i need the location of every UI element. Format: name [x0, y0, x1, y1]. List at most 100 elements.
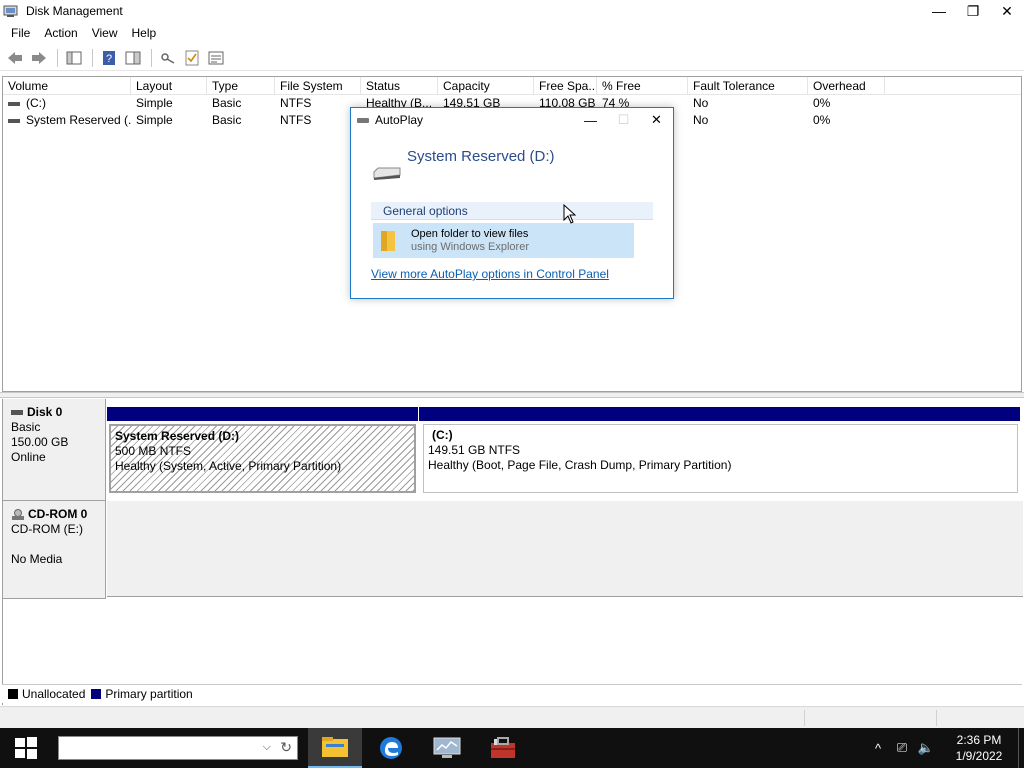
taskbar-file-explorer[interactable]	[308, 728, 362, 768]
close-button[interactable]: ✕	[990, 0, 1024, 22]
column-header-percent-free[interactable]: % Free	[597, 77, 688, 94]
disk-name: CD-ROM 0	[28, 507, 88, 521]
partition-body: System Reserved (D:) 500 MB NTFS Healthy…	[109, 424, 416, 493]
autoplay-close-button[interactable]: ✕	[640, 108, 673, 132]
menu-view[interactable]: View	[85, 26, 125, 40]
network-icon[interactable]: ⎚	[890, 740, 914, 756]
menu-file[interactable]: File	[4, 26, 37, 40]
column-header-volume[interactable]: Volume	[3, 77, 131, 94]
column-header-layout[interactable]: Layout	[131, 77, 207, 94]
taskbar-server-manager[interactable]	[420, 728, 474, 768]
partition-status: Healthy (Boot, Page File, Crash Dump, Pr…	[428, 458, 732, 472]
disk-size: 150.00 GB	[11, 435, 69, 449]
taskbar-toolbox[interactable]	[476, 728, 530, 768]
show-hide-console-tree-button[interactable]	[63, 47, 85, 69]
menu-action[interactable]: Action	[37, 26, 84, 40]
status-segment	[804, 710, 805, 726]
partition-size: 149.51 GB NTFS	[428, 443, 521, 457]
checklist-icon	[185, 50, 199, 65]
fault-tolerance-cell: No	[693, 113, 709, 127]
taskbar-edge[interactable]	[364, 728, 418, 768]
disk-media: No Media	[11, 552, 63, 566]
column-header-free-space[interactable]: Free Spa...	[534, 77, 597, 94]
column-header-file-system[interactable]: File System	[275, 77, 361, 94]
show-hidden-icons-chevron-icon[interactable]: ^	[866, 741, 890, 756]
menu-bar: File Action View Help	[0, 22, 1024, 44]
option-subtitle: using Windows Explorer	[411, 240, 529, 253]
autoplay-minimize-button[interactable]: —	[574, 108, 607, 132]
back-arrow-icon	[8, 51, 22, 64]
refresh-icon[interactable]: ↻	[280, 739, 292, 756]
legend-primary-partition: Primary partition	[105, 687, 193, 701]
taskbar: ⌵ ↻ ^ ⎚ 🔈 2:36 PM 1/9/2022	[0, 728, 1024, 768]
minimize-button[interactable]: —	[922, 0, 956, 22]
drive-icon	[8, 118, 20, 123]
mouse-cursor-icon	[563, 203, 577, 224]
restore-button[interactable]: ❐	[956, 0, 990, 22]
taskbar-search-input[interactable]: ⌵ ↻	[58, 736, 298, 760]
cd-drive-icon	[12, 508, 24, 520]
pane-splitter[interactable]	[0, 392, 1024, 398]
overhead-cell: 0%	[813, 113, 831, 127]
back-button[interactable]	[4, 47, 26, 69]
legend: Unallocated Primary partition	[2, 684, 1022, 703]
windows-logo-icon	[15, 737, 37, 759]
unallocated-swatch	[8, 689, 18, 699]
connect-button[interactable]	[157, 47, 179, 69]
autoplay-maximize-button: ☐	[617, 112, 630, 127]
properties-view-button[interactable]	[122, 47, 144, 69]
toolbar-separator	[57, 48, 58, 67]
column-header-type[interactable]: Type	[207, 77, 275, 94]
layout-cell: Simple	[136, 96, 173, 110]
type-cell: Basic	[212, 113, 242, 127]
start-button[interactable]	[0, 728, 52, 768]
file-system-cell: NTFS	[280, 113, 312, 127]
volume-name: System Reserved (...	[26, 113, 131, 127]
properties-icon	[208, 51, 224, 64]
column-header-status[interactable]: Status	[361, 77, 438, 94]
properties-button[interactable]	[205, 47, 227, 69]
file-explorer-icon	[322, 737, 348, 757]
open-folder-option[interactable]: Open folder to view files using Windows …	[373, 223, 634, 258]
partition-c[interactable]: (C:) 149.51 GB NTFS Healthy (Boot, Page …	[419, 407, 1020, 495]
column-header-capacity[interactable]: Capacity	[438, 77, 534, 94]
forward-arrow-icon	[32, 51, 46, 64]
menu-help[interactable]: Help	[125, 26, 164, 40]
taskbar-clock[interactable]: 2:36 PM 1/9/2022	[944, 732, 1014, 764]
disk-view[interactable]: Disk 0 Basic 150.00 GB Online System Res…	[2, 399, 1023, 705]
folder-icon	[379, 229, 399, 253]
autoplay-dialog[interactable]: AutoPlay — ☐ ✕ System Reserved (D:) Gene…	[350, 107, 674, 299]
show-desktop-button[interactable]	[1018, 728, 1024, 768]
disk-name: Disk 0	[27, 405, 63, 419]
partition-name: System Reserved (D:)	[115, 429, 240, 443]
volume-icon[interactable]: 🔈	[914, 740, 938, 756]
clock-date: 1/9/2022	[955, 749, 1003, 763]
file-system-cell: NTFS	[280, 96, 312, 110]
volume-cell: System Reserved (...	[3, 112, 131, 129]
control-panel-link[interactable]: View more AutoPlay options in Control Pa…	[371, 267, 609, 281]
column-header-overhead[interactable]: Overhead	[808, 77, 885, 94]
drive-icon	[357, 117, 369, 123]
chevron-down-icon[interactable]: ⌵	[263, 741, 271, 754]
clock-time: 2:36 PM	[956, 733, 1002, 747]
toolbar: ?	[0, 45, 1024, 71]
toolbar-separator	[92, 48, 93, 67]
partition-status: Healthy (System, Active, Primary Partiti…	[115, 459, 342, 473]
column-header-fault-tolerance[interactable]: Fault Tolerance	[688, 77, 808, 94]
system-tray: ^ ⎚ 🔈 2:36 PM 1/9/2022	[866, 728, 1024, 768]
forward-button[interactable]	[28, 47, 50, 69]
removable-drive-icon	[372, 166, 402, 180]
autoplay-drive-heading: System Reserved (D:)	[407, 148, 555, 165]
legend-unallocated: Unallocated	[22, 687, 86, 701]
key-icon	[161, 52, 175, 64]
autoplay-title: AutoPlay	[375, 113, 424, 127]
general-options-header: General options	[371, 202, 653, 220]
disk-0-row[interactable]: Disk 0 Basic 150.00 GB Online System Res…	[3, 399, 1023, 501]
fault-tolerance-cell: No	[693, 96, 709, 110]
disk-0-label[interactable]: Disk 0 Basic 150.00 GB Online	[3, 399, 106, 501]
help-button[interactable]: ?	[98, 47, 120, 69]
cdrom-0-label[interactable]: CD-ROM 0 CD-ROM (E:) No Media	[3, 501, 106, 599]
check-button[interactable]	[181, 47, 203, 69]
primary-partition-bar	[419, 407, 1020, 421]
partition-system-reserved[interactable]: System Reserved (D:) 500 MB NTFS Healthy…	[107, 407, 418, 495]
